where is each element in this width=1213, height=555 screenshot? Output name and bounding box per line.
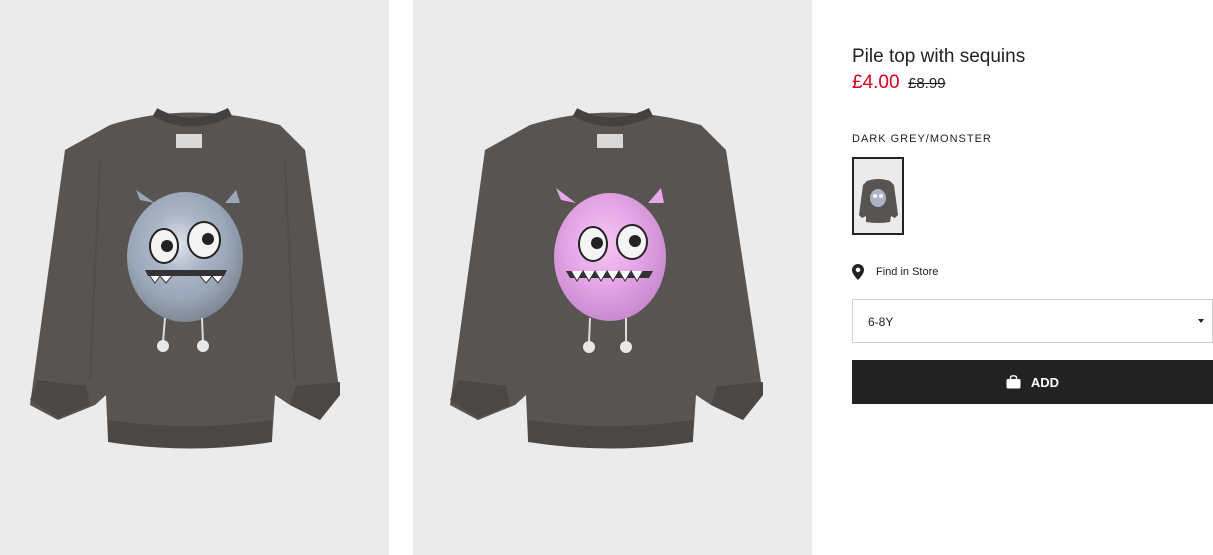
sale-price: £4.00 bbox=[852, 72, 900, 93]
size-select[interactable]: 6-8Y bbox=[852, 299, 1213, 343]
swatch-thumbnail bbox=[854, 159, 902, 233]
colour-name: DARK GREY/MONSTER bbox=[852, 133, 992, 145]
add-button-label: ADD bbox=[1030, 374, 1060, 390]
colour-swatch[interactable] bbox=[852, 157, 904, 235]
add-to-bag-button[interactable]: ADD bbox=[852, 360, 1213, 404]
shopping-bag-icon bbox=[1006, 375, 1021, 389]
product-image-front[interactable] bbox=[0, 0, 389, 555]
find-in-store-link[interactable]: Find in Store bbox=[852, 264, 938, 280]
product-image-alt[interactable] bbox=[413, 0, 812, 555]
location-pin-icon bbox=[852, 264, 864, 280]
original-price: £8.99 bbox=[908, 75, 946, 92]
size-select-value: 6-8Y bbox=[868, 315, 894, 329]
price-row: £4.00 £8.99 bbox=[852, 72, 946, 94]
find-in-store-label: Find in Store bbox=[876, 266, 939, 278]
chevron-down-icon bbox=[1198, 319, 1204, 323]
product-title: Pile top with sequins bbox=[852, 46, 1026, 67]
